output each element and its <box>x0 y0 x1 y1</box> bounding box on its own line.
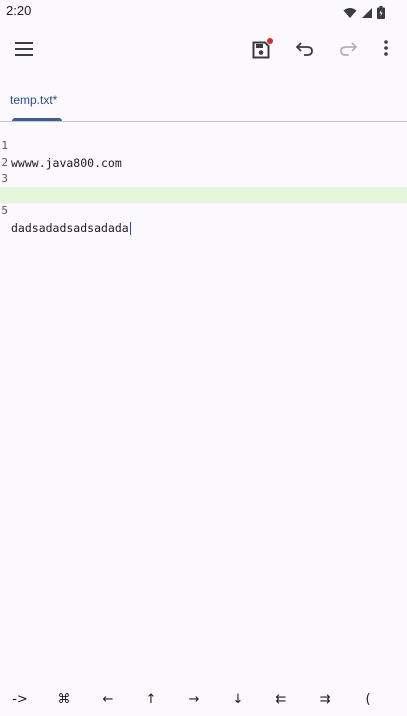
key-arrow-symbol[interactable]: -> <box>5 692 35 707</box>
tab-label: temp.txt* <box>10 93 58 107</box>
key-left[interactable]: ← <box>93 692 123 707</box>
save-icon <box>252 38 273 59</box>
line-text: dadsadadsadsadada <box>11 220 129 235</box>
extra-keys-bar: -> ⌘ ← ↑ → ↓ ⇇ ⇉ ( <box>0 686 407 716</box>
key-up[interactable]: ↑ <box>136 692 166 707</box>
redo-icon <box>339 41 358 60</box>
status-bar: 2:20 <box>0 0 407 22</box>
tab-strip: temp.txt* <box>0 84 407 122</box>
undo-icon <box>295 41 314 60</box>
editor-line-current: 5 dadsadadsadsadada <box>0 187 407 235</box>
toolbar <box>0 22 407 78</box>
code-editor[interactable]: 1 wwww.java800.com 2 3 4 5 dadsadadsadsa… <box>0 122 407 235</box>
more-vert-icon <box>384 40 388 60</box>
menu-icon <box>15 41 33 60</box>
undo-button[interactable] <box>291 36 319 64</box>
key-outdent[interactable]: ⇇ <box>266 692 296 707</box>
line-number: 5 <box>1 204 8 218</box>
key-command[interactable]: ⌘ <box>49 692 79 707</box>
status-icons <box>343 4 385 23</box>
more-options-button[interactable] <box>372 36 400 64</box>
editor-line: 1 wwww.java800.com <box>0 122 407 169</box>
wifi-icon <box>343 4 357 23</box>
status-time: 2:20 <box>6 3 32 18</box>
editor-line: 4 <box>0 171 407 201</box>
unsaved-indicator <box>267 38 273 44</box>
editor-line: 3 <box>0 155 407 185</box>
key-down[interactable]: ↓ <box>223 692 253 707</box>
tab-temp-txt[interactable]: temp.txt* <box>6 84 61 121</box>
active-tab-indicator <box>12 118 62 121</box>
key-paren[interactable]: ( <box>353 692 383 707</box>
save-button[interactable] <box>247 36 275 64</box>
battery-icon <box>377 4 385 23</box>
redo-button[interactable] <box>334 36 362 64</box>
menu-button[interactable] <box>10 36 38 64</box>
key-indent[interactable]: ⇉ <box>310 692 340 707</box>
key-right[interactable]: → <box>179 692 209 707</box>
editor-line: 2 <box>0 138 407 169</box>
text-cursor <box>129 221 131 235</box>
signal-icon <box>361 4 373 23</box>
line-text-current: dadsadadsadsadada <box>11 220 131 236</box>
